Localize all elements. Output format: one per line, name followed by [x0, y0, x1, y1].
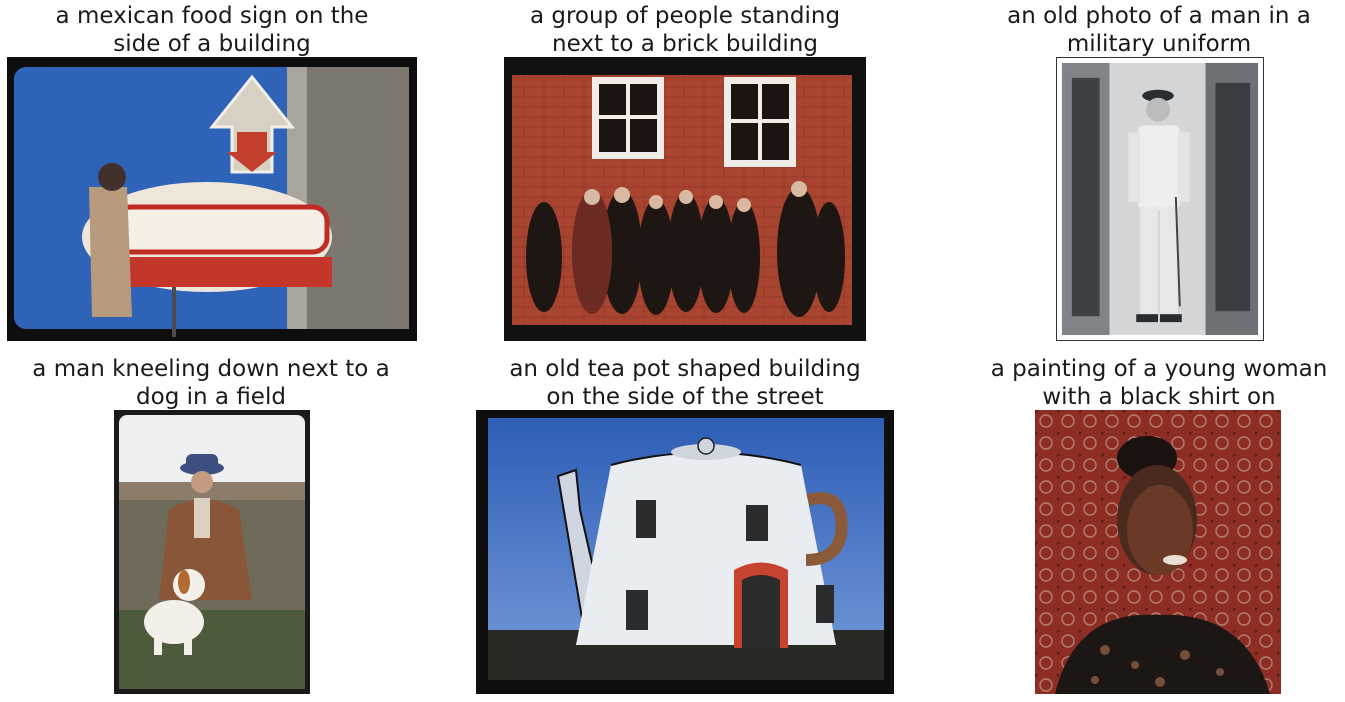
caption-6-line-1: a painting of a young woman — [990, 356, 1328, 382]
group-photo — [504, 57, 866, 341]
caption-2-line-2: next to a brick building — [552, 31, 818, 57]
teapot-building-photo — [476, 410, 894, 694]
caption-6-line-2: with a black shirt on — [1042, 384, 1276, 410]
caption-1-line-2: side of a building — [113, 31, 311, 57]
soldier-portrait-photo — [1056, 57, 1264, 341]
caption-1-line-1: a mexican food sign on the — [55, 3, 369, 29]
neon-sign-photo — [7, 57, 417, 341]
caption-6: a painting of a young woman with a black… — [955, 355, 1345, 411]
caption-5-line-2: on the side of the street — [546, 384, 824, 410]
caption-1: a mexican food sign on the side of a bui… — [7, 2, 417, 58]
caption-2-line-1: a group of people standing — [529, 3, 841, 29]
caption-5-line-1: an old tea pot shaped building — [509, 356, 861, 382]
caption-4: a man kneeling down next to a dog in a f… — [2, 355, 420, 411]
man-with-dog-photo — [114, 410, 310, 694]
caption-4-line-2: dog in a field — [136, 384, 286, 410]
caption-3: an old photo of a man in a military unif… — [950, 2, 1345, 58]
caption-3-line-1: an old photo of a man in a — [1007, 3, 1311, 29]
woman-portrait-painting — [1035, 410, 1281, 694]
caption-5: an old tea pot shaped building on the si… — [470, 355, 900, 411]
caption-3-line-2: military uniform — [1066, 31, 1252, 57]
caption-4-line-1: a man kneeling down next to a — [32, 356, 390, 382]
caption-2: a group of people standing next to a bri… — [465, 2, 905, 58]
